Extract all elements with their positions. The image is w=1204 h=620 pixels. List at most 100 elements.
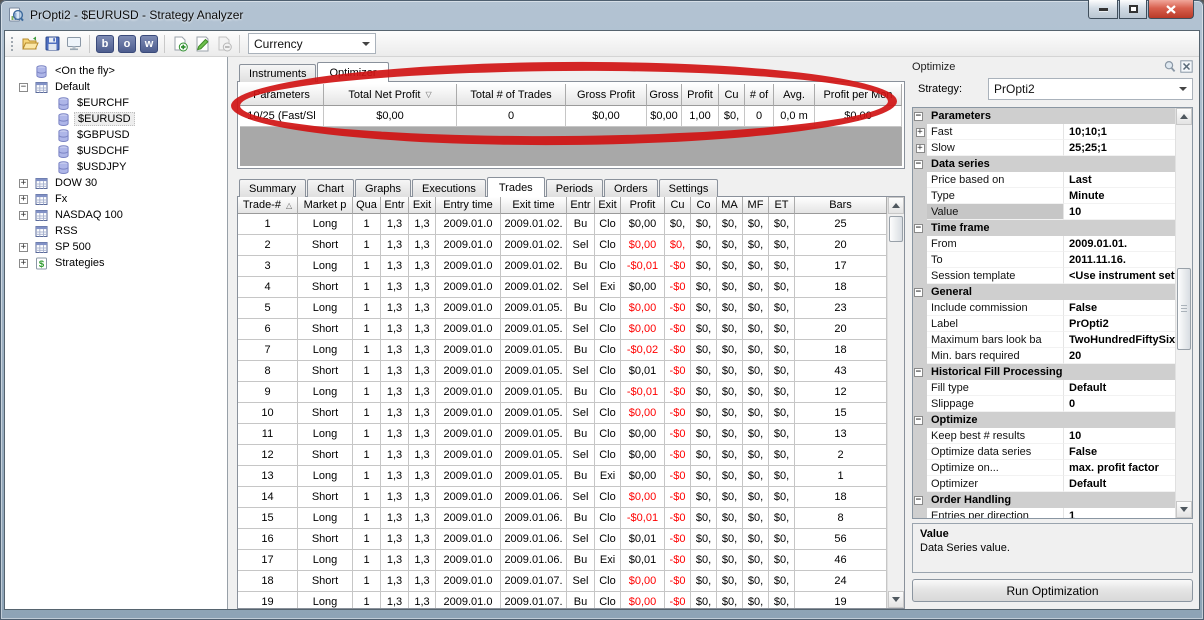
trades-col-header[interactable]: Trade-# △ xyxy=(238,197,298,214)
scrollbar-thumb[interactable] xyxy=(889,216,903,242)
run-optimization-button[interactable]: Run Optimization xyxy=(912,579,1193,602)
basic-view-button[interactable]: b xyxy=(94,33,116,55)
property-section-parameters[interactable]: − Parameters xyxy=(913,108,1175,124)
walkforward-view-button[interactable]: w xyxy=(138,33,160,55)
tab-graphs[interactable]: Graphs xyxy=(354,179,412,197)
property-section-optimize[interactable]: − Optimize xyxy=(913,412,1175,428)
tree-item-default[interactable]: − Default xyxy=(5,79,227,95)
tab-instruments[interactable]: Instruments xyxy=(239,64,317,82)
collapse-icon[interactable]: − xyxy=(914,287,923,297)
trades-col-header[interactable]: ET xyxy=(769,197,795,214)
property-value[interactable]: 10 xyxy=(1063,204,1175,220)
property-value[interactable]: 10;10;1 xyxy=(1063,124,1175,140)
property-row-fast[interactable]: + Fast 10;10;1 xyxy=(913,124,1175,140)
trades-col-header[interactable]: Exit time xyxy=(501,197,567,214)
trade-row[interactable]: 12 Short 1 1,3 1,3 2009.01.0 2009.01.05. Sel Clo… xyxy=(238,445,887,466)
scroll-down-button[interactable] xyxy=(888,591,904,608)
display-button[interactable] xyxy=(63,33,85,55)
property-value[interactable]: max. profit factor xyxy=(1063,460,1175,476)
trade-row[interactable]: 2 Short 1 1,3 1,3 2009.01.0 2009.01.02. Sel Clo $… xyxy=(238,235,887,256)
add-button[interactable] xyxy=(169,33,191,55)
property-row-min-bars-required[interactable]: Min. bars required 20 xyxy=(913,348,1175,364)
expand-icon[interactable]: + xyxy=(19,178,28,188)
scroll-down-button[interactable] xyxy=(1176,501,1192,518)
property-row-entries-per-direction[interactable]: Entries per direction 1 xyxy=(913,508,1175,518)
scroll-up-button[interactable] xyxy=(888,197,904,214)
toolbar-grip[interactable] xyxy=(10,34,15,53)
property-value[interactable]: 0 xyxy=(1063,396,1175,412)
expand-icon[interactable]: + xyxy=(915,127,925,137)
open-workspace-button[interactable] xyxy=(19,33,41,55)
property-value[interactable]: False xyxy=(1063,300,1175,316)
collapse-icon[interactable]: − xyxy=(914,223,923,233)
vertical-splitter[interactable] xyxy=(228,57,237,609)
property-value[interactable]: 10 xyxy=(1063,428,1175,444)
property-row-to[interactable]: To 2011.11.16. xyxy=(913,252,1175,268)
optimizer-col-header[interactable]: Profit xyxy=(682,84,719,106)
expand-icon[interactable]: + xyxy=(19,210,28,220)
optimizer-result-row[interactable]: 10/25 (Fast/Sl $0,00 0 $0,00 $0,00 1,00 $0, 0 0,… xyxy=(240,106,902,127)
property-row-keep-best-results[interactable]: Keep best # results 10 xyxy=(913,428,1175,444)
maximize-button[interactable] xyxy=(1119,0,1147,19)
tree-item-sp-500[interactable]: + SP 500 xyxy=(5,239,227,255)
property-row-fill-type[interactable]: Fill type Default xyxy=(913,380,1175,396)
tab-orders[interactable]: Orders xyxy=(603,179,658,197)
property-value[interactable]: Minute xyxy=(1063,188,1175,204)
trades-col-header[interactable]: Bars xyxy=(795,197,887,214)
scrollbar-track[interactable] xyxy=(1176,125,1192,501)
optimizer-col-header[interactable]: Cu xyxy=(719,84,745,106)
trades-col-header[interactable]: Entry time xyxy=(436,197,501,214)
trades-col-header[interactable]: Co xyxy=(691,197,717,214)
trade-row[interactable]: 11 Long 1 1,3 1,3 2009.01.0 2009.01.05. Bu Clo $0… xyxy=(238,424,887,445)
collapse-icon[interactable]: − xyxy=(914,111,923,121)
trades-col-header[interactable]: Market p xyxy=(298,197,353,214)
trades-col-header[interactable]: Entr xyxy=(567,197,595,214)
tab-optimizer[interactable]: Optimizer xyxy=(317,62,389,82)
trade-row[interactable]: 1 Long 1 1,3 1,3 2009.01.0 2009.01.02. Bu Clo $0,… xyxy=(238,214,887,235)
property-section-general[interactable]: − General xyxy=(913,284,1175,300)
trade-row[interactable]: 19 Long 1 1,3 1,3 2009.01.0 2009.01.07. Bu Clo $0… xyxy=(238,592,887,608)
optimizer-col-header[interactable]: Gross Profit xyxy=(566,84,647,106)
tab-trades[interactable]: Trades xyxy=(486,177,545,197)
tree-item-on-the-fly[interactable]: <On the fly> xyxy=(5,63,227,79)
collapse-icon[interactable]: − xyxy=(914,415,923,425)
collapse-icon[interactable]: − xyxy=(19,82,28,92)
tree-item-eurchf[interactable]: $EURCHF xyxy=(5,95,227,111)
property-value[interactable]: TwoHundredFiftySix xyxy=(1063,332,1175,348)
tab-periods[interactable]: Periods xyxy=(545,179,603,197)
tree-item-nasdaq-100[interactable]: + NASDAQ 100 xyxy=(5,207,227,223)
trade-row[interactable]: 14 Short 1 1,3 1,3 2009.01.0 2009.01.06. Sel Clo… xyxy=(238,487,887,508)
strategy-selector[interactable]: PrOpti2 xyxy=(988,78,1193,100)
tab-chart[interactable]: Chart xyxy=(307,179,354,197)
trades-col-header[interactable]: Exit xyxy=(595,197,621,214)
property-row-value[interactable]: Value 10 xyxy=(913,204,1175,220)
collapse-icon[interactable]: − xyxy=(914,159,923,169)
trade-row[interactable]: 18 Short 1 1,3 1,3 2009.01.0 2009.01.07. Sel Clo… xyxy=(238,571,887,592)
trade-row[interactable]: 13 Long 1 1,3 1,3 2009.01.0 2009.01.05. Bu Exi $0… xyxy=(238,466,887,487)
property-row-type[interactable]: Type Minute xyxy=(913,188,1175,204)
tree-item-dow-30[interactable]: + DOW 30 xyxy=(5,175,227,191)
trades-col-header[interactable]: Entr xyxy=(381,197,409,214)
property-row-from[interactable]: From 2009.01.01. xyxy=(913,236,1175,252)
trade-row[interactable]: 6 Short 1 1,3 1,3 2009.01.0 2009.01.05. Sel Clo $… xyxy=(238,319,887,340)
tab-settings[interactable]: Settings xyxy=(658,179,719,197)
property-value[interactable]: PrOpti2 xyxy=(1063,316,1175,332)
tree-item-gbpusd[interactable]: $GBPUSD xyxy=(5,127,227,143)
property-section-order-handling[interactable]: − Order Handling xyxy=(913,492,1175,508)
trade-row[interactable]: 3 Long 1 1,3 1,3 2009.01.0 2009.01.02. Bu Clo -$0… xyxy=(238,256,887,277)
tree-item-fx[interactable]: + Fx xyxy=(5,191,227,207)
property-value[interactable]: Default xyxy=(1063,380,1175,396)
tree-item-usdjpy[interactable]: $USDJPY xyxy=(5,159,227,175)
tree-item-eurusd[interactable]: $EURUSD xyxy=(5,111,227,127)
property-value[interactable]: False xyxy=(1063,444,1175,460)
property-row-optimize-on-[interactable]: Optimize on... max. profit factor xyxy=(913,460,1175,476)
property-value[interactable]: Last xyxy=(1063,172,1175,188)
property-section-historical-fill-processing[interactable]: − Historical Fill Processing xyxy=(913,364,1175,380)
property-value[interactable]: 1 xyxy=(1063,508,1175,518)
trades-col-header[interactable]: MF xyxy=(743,197,769,214)
trades-scrollbar[interactable] xyxy=(887,197,904,608)
property-value[interactable]: <Use instrument setting xyxy=(1063,268,1175,284)
save-button[interactable] xyxy=(41,33,63,55)
property-row-optimize-data-series[interactable]: Optimize data series False xyxy=(913,444,1175,460)
close-button[interactable] xyxy=(1148,0,1194,19)
